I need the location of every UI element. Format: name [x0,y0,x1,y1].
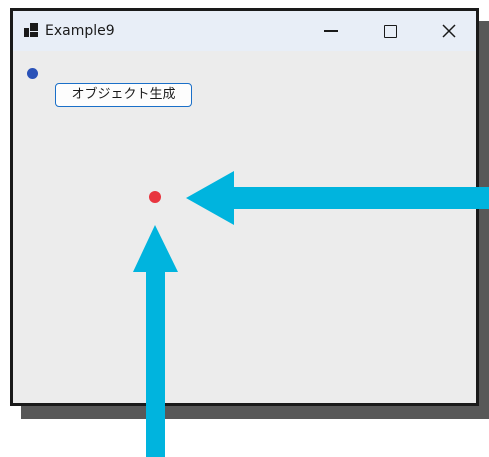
annotation-arrows [133,171,489,457]
figure-scene: Example9 オブジェクト生成 [0,0,489,457]
arrow-from-bottom [133,225,178,457]
arrow-from-right [186,171,489,225]
